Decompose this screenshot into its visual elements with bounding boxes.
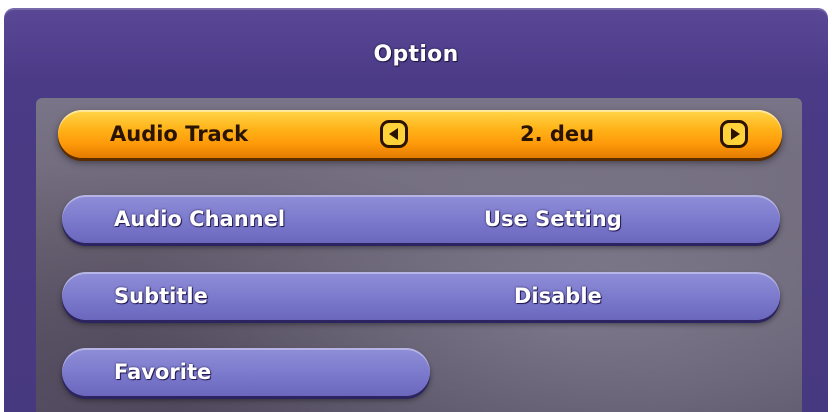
subtitle-label: Subtitle xyxy=(114,284,208,308)
option-menu: Option Audio Track 2. deu Audio Channel … xyxy=(4,8,828,412)
audio-channel-row[interactable]: Audio Channel Use Setting xyxy=(62,195,780,243)
menu-title: Option xyxy=(373,42,459,67)
audio-track-label: Audio Track xyxy=(110,122,249,146)
audio-track-value: 2. deu xyxy=(520,122,595,146)
favorite-label: Favorite xyxy=(114,360,212,384)
subtitle-value: Disable xyxy=(514,284,602,308)
audio-channel-value: Use Setting xyxy=(484,207,622,231)
subtitle-row[interactable]: Subtitle Disable xyxy=(62,272,780,320)
screen: Option Audio Track 2. deu Audio Channel … xyxy=(0,0,832,412)
favorite-row[interactable]: Favorite xyxy=(62,348,430,396)
arrow-left-icon[interactable] xyxy=(380,120,408,148)
audio-channel-label: Audio Channel xyxy=(114,207,286,231)
audio-track-row[interactable]: Audio Track 2. deu xyxy=(58,110,782,158)
arrow-right-icon[interactable] xyxy=(720,120,748,148)
